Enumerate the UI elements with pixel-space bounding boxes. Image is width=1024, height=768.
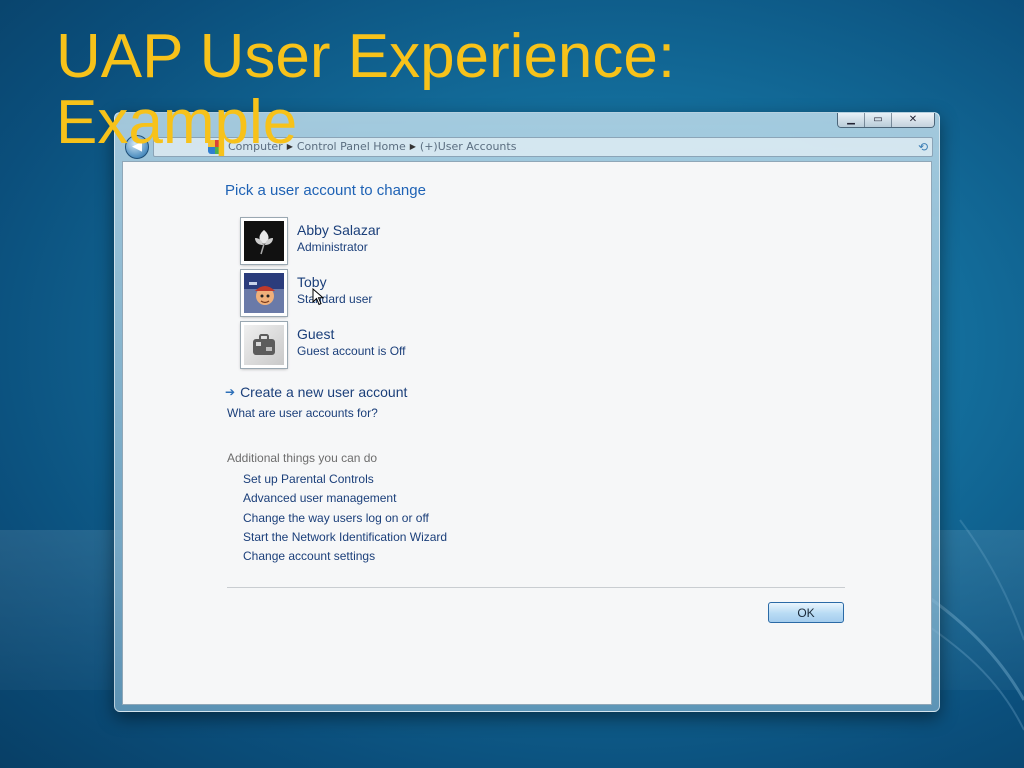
task-network-wizard[interactable]: Start the Network Identification Wizard [243, 528, 447, 547]
ok-button[interactable]: OK [768, 602, 844, 623]
additional-heading: Additional things you can do [227, 451, 378, 465]
account-item-toby[interactable]: Toby Standard user [241, 270, 641, 318]
account-type: Administrator [297, 240, 368, 254]
page-heading: Pick a user account to change [225, 182, 426, 199]
slide-title-line2: Example [56, 88, 298, 157]
content-pane: Pick a user account to change Abby Salaz… [122, 161, 932, 705]
account-name[interactable]: Guest [297, 326, 334, 342]
account-name[interactable]: Abby Salazar [297, 222, 380, 238]
task-parental-controls[interactable]: Set up Parental Controls [243, 470, 447, 489]
task-advanced-user-management[interactable]: Advanced user management [243, 489, 447, 508]
account-type: Guest account is Off [297, 344, 406, 358]
arrow-right-icon: ➔ [225, 385, 236, 399]
account-item-abby[interactable]: Abby Salazar Administrator [241, 218, 641, 266]
create-account-label: Create a new user account [240, 384, 408, 400]
divider [227, 587, 845, 588]
what-are-accounts-link[interactable]: What are user accounts for? [227, 406, 378, 420]
suitcase-avatar-icon [241, 322, 287, 368]
cartoon-avatar-icon [241, 270, 287, 316]
mouse-cursor-icon [312, 288, 324, 306]
account-item-guest[interactable]: Guest Guest account is Off [241, 322, 641, 370]
create-account-link[interactable]: ➔ Create a new user account [225, 384, 407, 400]
task-account-settings[interactable]: Change account settings [243, 547, 447, 566]
account-type: Standard user [297, 292, 373, 306]
task-change-logon[interactable]: Change the way users log on or off [243, 509, 447, 528]
slide-title: UAP User Experience: Example [56, 24, 956, 156]
flower-avatar-icon [241, 218, 287, 264]
slide-title-line1: UAP User Experience: [56, 22, 676, 91]
task-list: Set up Parental Controls Advanced user m… [243, 470, 447, 566]
user-accounts-window: ▁ ▭ ✕ ◀ Computer ▶ Control Panel Home ▶ … [114, 112, 940, 712]
